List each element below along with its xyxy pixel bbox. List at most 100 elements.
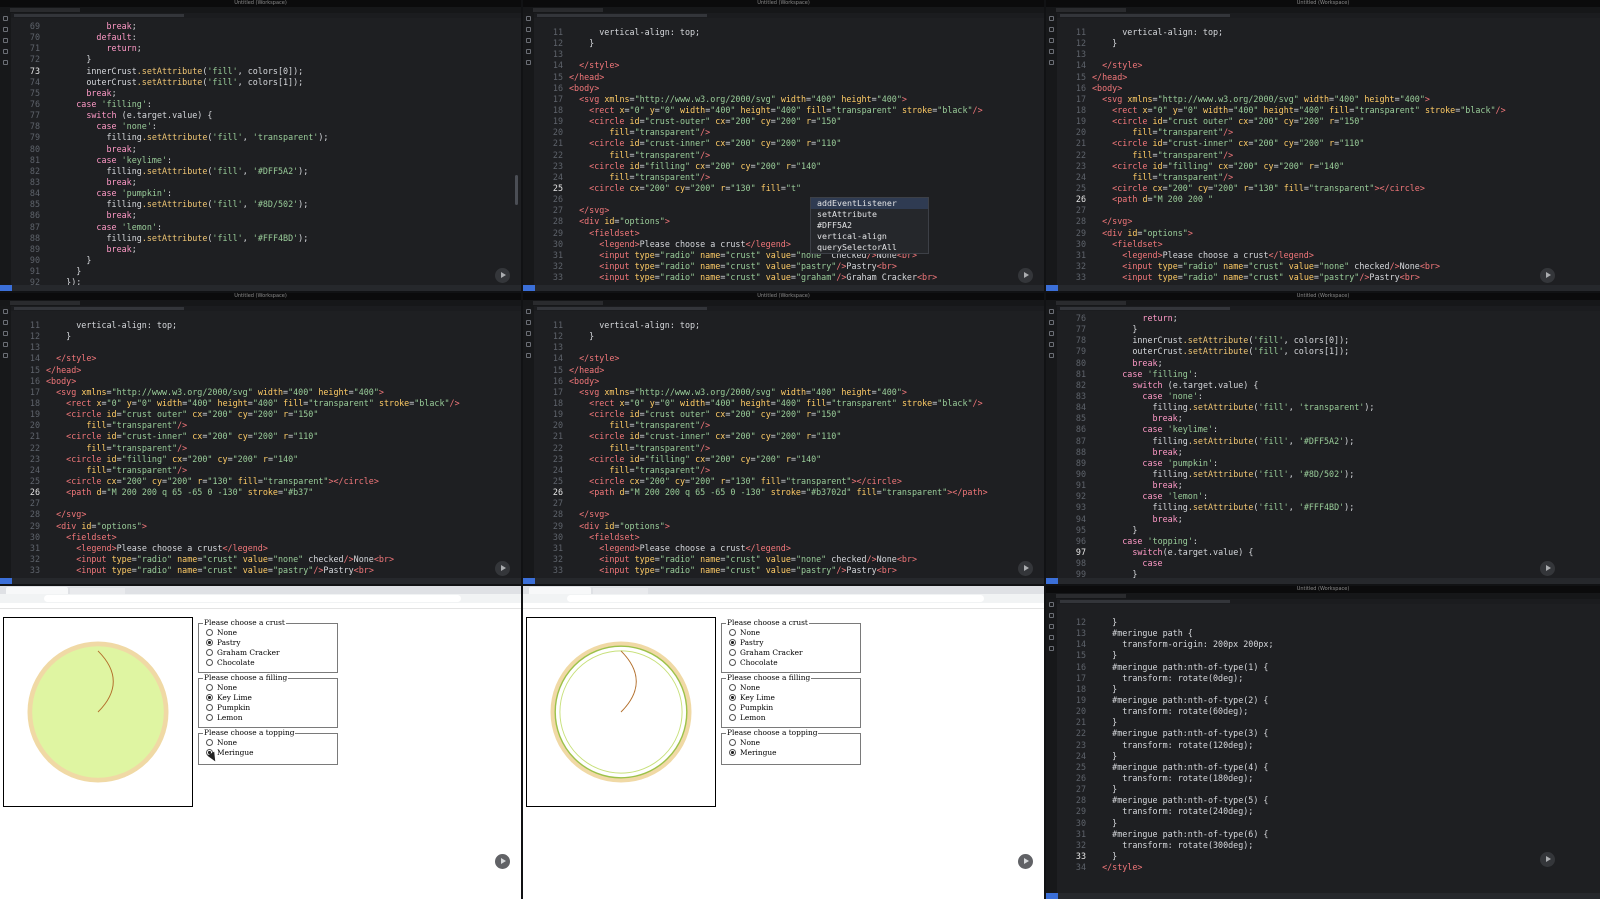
explorer-icon[interactable]: [3, 309, 8, 314]
code-editor[interactable]: } #meringue path { transform-origin: 200…: [1092, 617, 1596, 873]
radio-button[interactable]: [729, 748, 736, 756]
remote-icon[interactable]: [523, 285, 535, 291]
filling-option[interactable]: Lemon: [729, 713, 766, 723]
crust-option[interactable]: Chocolate: [206, 658, 255, 668]
remote-icon[interactable]: [1046, 893, 1058, 899]
filling-option[interactable]: Lemon: [206, 713, 243, 723]
remote-icon[interactable]: [1046, 578, 1058, 584]
crust-option[interactable]: Graham Cracker: [729, 648, 803, 658]
search-icon[interactable]: [1049, 613, 1054, 618]
autocomplete-item[interactable]: addEventListener: [811, 198, 928, 209]
run-debug-icon[interactable]: [3, 342, 8, 347]
crust-option[interactable]: None: [729, 628, 760, 638]
radio-button[interactable]: [729, 693, 736, 701]
source-control-icon[interactable]: [1049, 331, 1054, 336]
crust-option[interactable]: Pastry: [206, 638, 241, 648]
autocomplete-item[interactable]: #DFF5A2: [811, 220, 928, 231]
play-icon[interactable]: [495, 854, 510, 869]
breadcrumb[interactable]: [523, 306, 1044, 311]
run-debug-icon[interactable]: [1049, 49, 1054, 54]
breadcrumb-path[interactable]: [14, 14, 184, 17]
radio-button[interactable]: [206, 713, 213, 721]
breadcrumb-path[interactable]: [537, 14, 707, 17]
radio-button[interactable]: [729, 658, 736, 666]
breadcrumb-path[interactable]: [1060, 600, 1230, 603]
search-icon[interactable]: [1049, 27, 1054, 32]
source-control-icon[interactable]: [1049, 624, 1054, 629]
filling-option[interactable]: None: [206, 683, 237, 693]
browser-tab[interactable]: [6, 587, 68, 594]
address-bar[interactable]: [0, 594, 521, 603]
radio-button[interactable]: [206, 628, 213, 636]
explorer-icon[interactable]: [526, 309, 531, 314]
url-field[interactable]: [567, 595, 984, 602]
play-icon[interactable]: [1540, 852, 1555, 867]
breadcrumb-path[interactable]: [537, 307, 707, 310]
extensions-icon[interactable]: [1049, 353, 1054, 358]
extensions-icon[interactable]: [1049, 646, 1054, 651]
source-control-icon[interactable]: [526, 38, 531, 43]
topping-option[interactable]: None: [729, 738, 760, 748]
url-field[interactable]: [44, 595, 461, 602]
autocomplete-menu[interactable]: addEventListener setAttribute #DFF5A2 ve…: [810, 197, 929, 254]
radio-button[interactable]: [729, 638, 736, 646]
source-control-icon[interactable]: [3, 331, 8, 336]
play-icon[interactable]: [495, 561, 510, 576]
breadcrumb-path[interactable]: [1060, 14, 1230, 17]
code-editor[interactable]: break; default: return; } innerCrust.set…: [46, 21, 517, 288]
autocomplete-item[interactable]: setAttribute: [811, 209, 928, 220]
radio-button[interactable]: [206, 683, 213, 691]
radio-button[interactable]: [206, 638, 213, 646]
search-icon[interactable]: [3, 27, 8, 32]
breadcrumb[interactable]: [0, 306, 521, 311]
search-icon[interactable]: [1049, 320, 1054, 325]
explorer-icon[interactable]: [526, 16, 531, 21]
play-icon[interactable]: [495, 268, 510, 283]
radio-button[interactable]: [206, 648, 213, 656]
topping-option[interactable]: Meringue: [729, 748, 776, 758]
filling-option[interactable]: Pumpkin: [729, 703, 773, 713]
breadcrumb-path[interactable]: [1060, 307, 1230, 310]
source-control-icon[interactable]: [1049, 38, 1054, 43]
code-editor[interactable]: vertical-align: top; } </style> </head> <b…: [1092, 27, 1596, 283]
browser-tab-strip[interactable]: [0, 586, 521, 594]
breadcrumb[interactable]: [0, 13, 521, 18]
source-control-icon[interactable]: [3, 38, 8, 43]
radio-button[interactable]: [206, 738, 213, 746]
run-debug-icon[interactable]: [1049, 635, 1054, 640]
browser-tab[interactable]: [529, 587, 591, 594]
run-debug-icon[interactable]: [3, 49, 8, 54]
crust-option[interactable]: Chocolate: [729, 658, 778, 668]
search-icon[interactable]: [3, 320, 8, 325]
radio-button[interactable]: [206, 703, 213, 711]
crust-option[interactable]: Pastry: [729, 638, 764, 648]
crust-option[interactable]: Graham Cracker: [206, 648, 280, 658]
run-debug-icon[interactable]: [526, 49, 531, 54]
breadcrumb[interactable]: [523, 13, 1044, 18]
radio-button[interactable]: [729, 683, 736, 691]
editor-tab[interactable]: [533, 301, 603, 305]
play-icon[interactable]: [1540, 561, 1555, 576]
explorer-icon[interactable]: [1049, 16, 1054, 21]
search-icon[interactable]: [526, 27, 531, 32]
extensions-icon[interactable]: [1049, 60, 1054, 65]
scrollbar[interactable]: [515, 175, 518, 205]
radio-button[interactable]: [206, 693, 213, 701]
remote-icon[interactable]: [0, 578, 12, 584]
filling-option[interactable]: Key Lime: [729, 693, 775, 703]
code-editor[interactable]: vertical-align: top; } </style> </head> <b…: [569, 320, 1040, 576]
breadcrumb[interactable]: [1046, 599, 1600, 604]
editor-tab[interactable]: [1056, 594, 1126, 598]
autocomplete-item[interactable]: querySelectorAll: [811, 242, 928, 253]
topping-option[interactable]: None: [206, 738, 237, 748]
search-icon[interactable]: [526, 320, 531, 325]
address-bar[interactable]: [523, 594, 1044, 603]
editor-tab[interactable]: [1056, 301, 1126, 305]
editor-tab[interactable]: [1056, 8, 1126, 12]
extensions-icon[interactable]: [3, 60, 8, 65]
editor-tab[interactable]: [10, 8, 80, 12]
explorer-icon[interactable]: [3, 16, 8, 21]
code-editor[interactable]: vertical-align: top; } </style> </head> <b…: [569, 27, 1040, 283]
editor-tab[interactable]: [533, 8, 603, 12]
radio-button[interactable]: [206, 658, 213, 666]
